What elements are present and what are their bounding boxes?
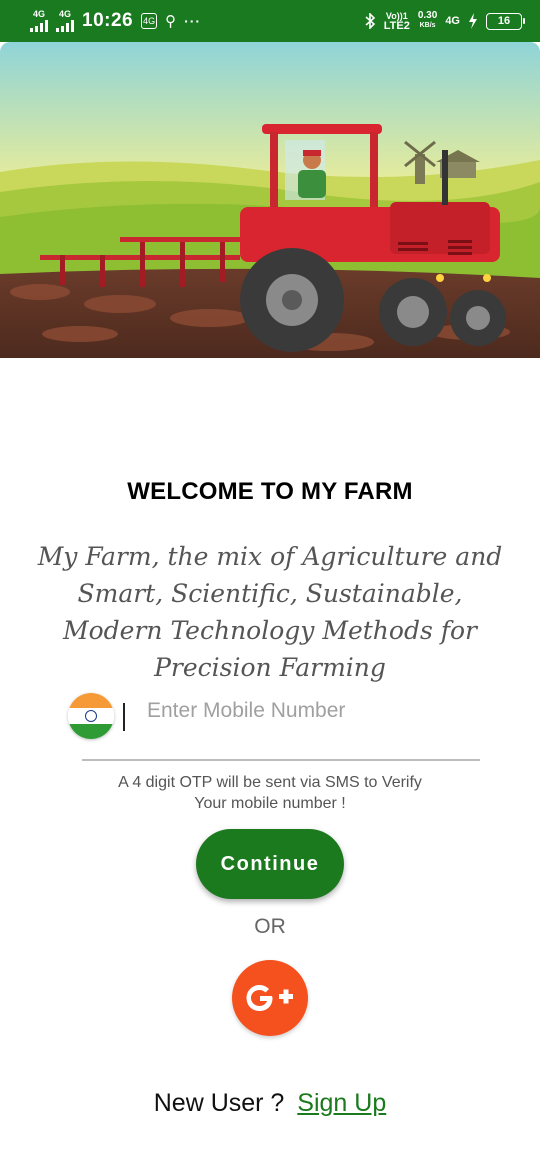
tagline: My Farm, the mix of Agriculture and Smar… [37,542,503,682]
signal-1-icon: 4G [30,10,48,32]
bluetooth-icon [365,13,375,29]
volte-indicator: Vo))1 LTE2 [383,11,410,32]
hero-illustration [0,42,540,358]
continue-button[interactable]: Continue [196,829,344,899]
otp-note-line-1: A 4 digit OTP will be sent via SMS to Ve… [118,774,422,791]
india-flag-icon[interactable] [68,693,114,739]
usb-icon: ⚲ [165,13,177,30]
network-type-3: 4G [445,15,460,27]
battery-level: 16 [497,15,511,27]
app-notification-icon: 4G [141,13,158,29]
tractor-farm-illustration [0,42,540,358]
clock: 10:26 [82,10,134,31]
status-bar-right: Vo))1 LTE2 0.30 KB/s 4G 16 [365,10,525,32]
otp-note-line-2: Your mobile number ! [194,795,346,812]
network-speed: 0.30 KB/s [417,10,438,30]
google-plus-button[interactable] [232,960,308,1036]
input-underline [82,759,480,761]
mobile-number-input[interactable] [147,694,477,728]
otp-note: A 4 digit OTP will be sent via SMS to Ve… [70,772,470,814]
signup-prompt: New User ? [153,1089,285,1117]
charging-icon [469,13,477,29]
signup-row: New User ? Sign Up [0,1089,540,1118]
text-cursor [123,703,125,731]
status-bar: 4G 4G 10:26 4G ⚲ ··· Vo))1 LTE2 0.30 KB/… [0,0,540,42]
more-notifications: ··· [184,13,202,29]
network-type-1: 4G [32,9,45,19]
battery-icon: 16 [486,12,525,30]
network-type-2: 4G [58,9,71,19]
status-bar-left: 4G 4G 10:26 4G ⚲ ··· [30,10,201,32]
or-separator: OR [254,915,286,938]
google-plus-icon [246,985,293,1011]
signup-link[interactable]: Sign Up [297,1089,386,1117]
signal-2-icon: 4G [56,10,74,32]
welcome-title: WELCOME TO MY FARM [127,478,413,505]
